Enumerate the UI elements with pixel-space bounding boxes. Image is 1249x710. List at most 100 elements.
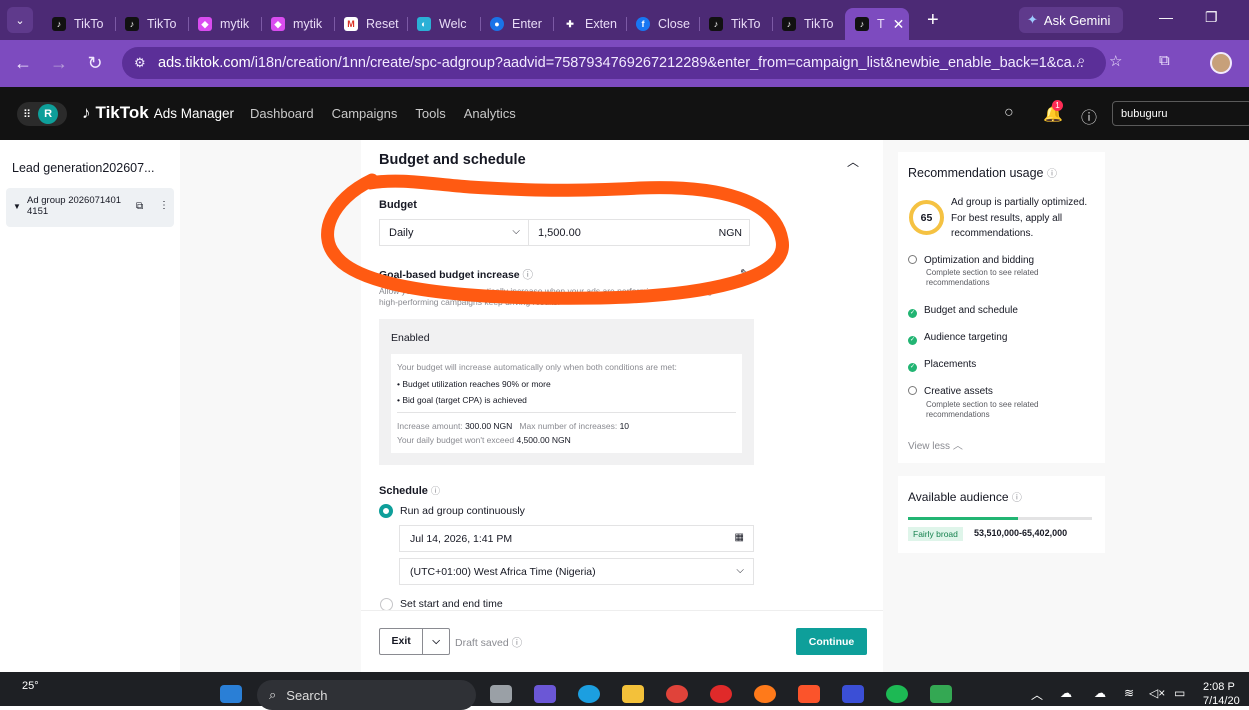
view-less-label: View less: [908, 441, 951, 452]
info-icon[interactable]: ⓘ: [1012, 493, 1022, 504]
start-datetime-input[interactable]: Jul 14, 2026, 1:41 PM ▦: [399, 525, 754, 552]
browser-tab[interactable]: ♪ TikTo: [42, 8, 115, 40]
calendar-icon: ▦: [734, 532, 744, 543]
meet-icon[interactable]: [534, 685, 556, 703]
ad-group-item[interactable]: ▼ Ad group 2026071401 4151 ⧉ ⋮: [6, 188, 174, 227]
windows-start-icon[interactable]: [220, 685, 242, 703]
browser-tab[interactable]: ◆ mytik: [261, 8, 334, 40]
chevron-up-icon[interactable]: ︿: [1031, 686, 1043, 703]
back-icon[interactable]: ←: [5, 53, 41, 74]
help-icon[interactable]: ⓘ: [1081, 104, 1097, 128]
zoom-icon[interactable]: ⌕: [1077, 52, 1085, 69]
edit-pencil-icon[interactable]: ✎: [740, 267, 749, 280]
extensions-icon[interactable]: ⧉: [1159, 52, 1170, 69]
file-explorer-icon[interactable]: [622, 685, 644, 703]
nav-dashboard[interactable]: Dashboard: [250, 106, 314, 121]
conditions-intro: Your budget will increase automatically …: [397, 362, 677, 372]
tab-list-chevron-icon[interactable]: ⌄: [7, 7, 33, 33]
collapse-chevron-icon[interactable]: ︿: [847, 153, 859, 170]
taskbar-search-label: Search: [286, 687, 328, 703]
browser-tab[interactable]: ● Enter: [480, 8, 553, 40]
campaign-name[interactable]: Lead generation202607...: [12, 161, 155, 175]
new-tab-icon[interactable]: +: [927, 9, 939, 32]
radio-start-end-label[interactable]: Set start and end time: [400, 598, 503, 610]
radio-continuous[interactable]: [379, 504, 393, 518]
browser-tab[interactable]: ◐ Welc: [407, 8, 480, 40]
caret-down-icon[interactable]: ▼: [13, 202, 21, 211]
browser-tab[interactable]: ✚ Exten: [553, 8, 626, 40]
clock[interactable]: 2:08 P 7/14/20: [1203, 680, 1240, 708]
address-bar[interactable]: ⚙ ads.tiktok.com/i18n/creation/1nn/creat…: [122, 47, 1106, 79]
rec-item-budget[interactable]: ✓ Budget and schedule: [908, 305, 1018, 318]
spotify-icon[interactable]: [886, 685, 908, 703]
app-icon[interactable]: [842, 685, 864, 703]
exit-button[interactable]: Exit ⌵: [379, 628, 450, 655]
tab-separator: [115, 17, 116, 31]
info-icon[interactable]: ⓘ: [523, 269, 534, 281]
browser-tab[interactable]: M Reset: [334, 8, 407, 40]
app-switcher-button[interactable]: ⠿ R: [17, 102, 67, 126]
copy-icon[interactable]: ⧉: [136, 201, 143, 212]
battery-icon[interactable]: ▭: [1174, 686, 1185, 700]
continue-button[interactable]: Continue: [796, 628, 867, 655]
edge-icon[interactable]: [578, 685, 600, 703]
audience-meter: [908, 517, 1092, 520]
task-view-icon[interactable]: [490, 685, 512, 703]
search-icon[interactable]: ○: [1004, 104, 1014, 122]
tiktok-ads-logo[interactable]: ♪ TikTok Ads Manager: [82, 103, 234, 123]
nav-analytics[interactable]: Analytics: [464, 106, 516, 121]
cloud-icon[interactable]: ☁: [1060, 686, 1072, 700]
browser-tab-active[interactable]: ♪ T ✕: [845, 8, 909, 40]
play-store-icon[interactable]: [930, 685, 952, 703]
browser-tab[interactable]: ♪ TikTo: [115, 8, 188, 40]
wifi-icon[interactable]: ≋: [1124, 686, 1134, 700]
rec-item-audience[interactable]: ✓ Audience targeting: [908, 332, 1007, 345]
reload-icon[interactable]: ↻: [77, 53, 113, 74]
timezone-value: (UTC+01:00) West Africa Time (Nigeria): [410, 565, 596, 578]
ask-gemini-button[interactable]: ✦ Ask Gemini: [1019, 7, 1123, 33]
gemini-icon: ✦: [1027, 12, 1038, 27]
info-icon[interactable]: ⓘ: [1047, 169, 1057, 180]
rec-item-creative[interactable]: Creative assets: [908, 386, 993, 397]
bookmark-star-icon[interactable]: ☆: [1109, 52, 1122, 70]
draft-status: Draft saved ⓘ: [455, 635, 522, 650]
nav-campaigns[interactable]: Campaigns: [332, 106, 398, 121]
start-datetime-value: Jul 14, 2026, 1:41 PM: [410, 532, 513, 545]
chrome-icon[interactable]: [666, 685, 688, 703]
view-less-link[interactable]: View less ︿: [908, 437, 963, 452]
info-icon[interactable]: ⓘ: [512, 637, 523, 649]
nav-tools[interactable]: Tools: [415, 106, 445, 121]
firefox-icon[interactable]: [754, 685, 776, 703]
puzzle-icon: ✚: [566, 18, 574, 29]
brave-icon[interactable]: [798, 685, 820, 703]
browser-tab[interactable]: ◆ mytik: [188, 8, 261, 40]
budget-amount-input[interactable]: 1,500.00 NGN: [528, 219, 750, 246]
radio-continuous-label[interactable]: Run ad group continuously: [400, 505, 525, 517]
browser-tab[interactable]: f Close: [626, 8, 699, 40]
tiktok-icon: ♪: [125, 17, 139, 31]
cap-label: Your daily budget won't exceed: [397, 435, 515, 445]
volume-icon[interactable]: ◁×: [1149, 686, 1165, 700]
chevron-down-icon[interactable]: ⌵: [423, 636, 449, 647]
close-tab-icon[interactable]: ✕: [893, 16, 905, 33]
forward-icon[interactable]: →: [41, 53, 77, 74]
minimize-icon[interactable]: —: [1159, 9, 1173, 25]
timezone-select[interactable]: (UTC+01:00) West Africa Time (Nigeria) ⌵: [399, 558, 754, 585]
weather-widget[interactable]: 25°: [22, 680, 39, 692]
rec-item-placements[interactable]: ✓ Placements: [908, 359, 976, 372]
rec-item-optimization[interactable]: Optimization and bidding: [908, 255, 1034, 266]
restore-icon[interactable]: ❐: [1205, 9, 1218, 26]
browser-tab[interactable]: ♪ TikTo: [772, 8, 845, 40]
profile-avatar[interactable]: [1210, 52, 1232, 74]
browser-tab[interactable]: ♪ TikTo: [699, 8, 772, 40]
account-selector[interactable]: bubuguru: [1112, 101, 1249, 126]
budget-type-select[interactable]: Daily ⌵: [379, 219, 529, 246]
more-icon[interactable]: ⋮: [159, 200, 169, 211]
browser-toolbar: ← → ↻ ⚙ ads.tiktok.com/i18n/creation/1nn…: [0, 40, 1249, 87]
cloud-sync-icon[interactable]: ☁: [1094, 686, 1106, 700]
check-circle-icon: ✓: [908, 309, 917, 318]
condition-item: Budget utilization reaches 90% or more: [397, 379, 550, 389]
site-info-icon[interactable]: ⚙: [134, 55, 146, 71]
opera-icon[interactable]: [710, 685, 732, 703]
info-icon[interactable]: ⓘ: [431, 486, 440, 496]
